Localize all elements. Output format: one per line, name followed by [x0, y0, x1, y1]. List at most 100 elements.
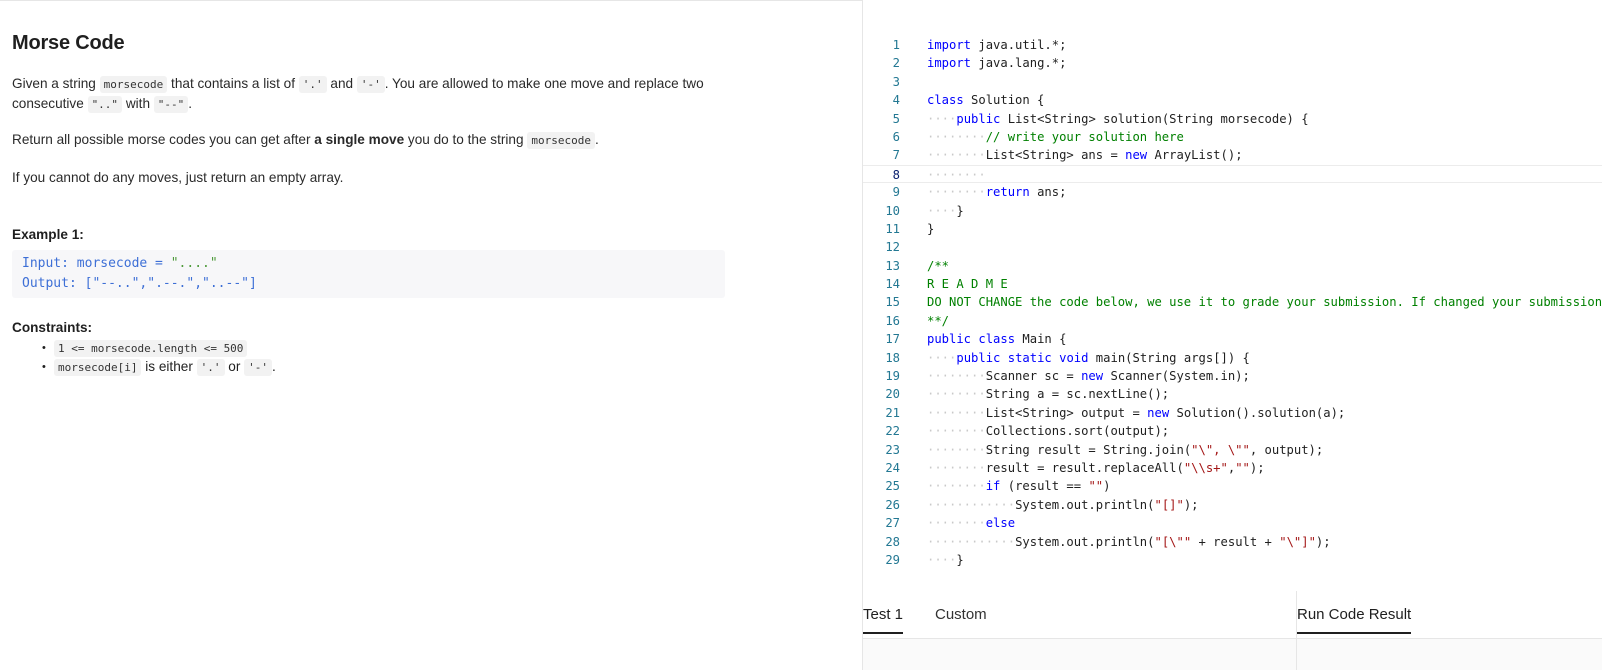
code-line[interactable]: 10 ····} — [863, 202, 1602, 220]
code-token: System.out.println( — [1015, 497, 1155, 512]
code-token: Solution { — [963, 93, 1045, 108]
text: Given a string — [12, 76, 100, 91]
code-line[interactable]: 7 ········List<String> ans = new ArrayLis… — [863, 146, 1602, 164]
code-token: "" — [1088, 479, 1104, 494]
code-line[interactable]: 6 ········// write your solution here — [863, 128, 1602, 146]
code-token: main(String args[]) { — [1088, 350, 1250, 365]
indent-guide: ········ — [927, 460, 986, 475]
inline-code: morsecode — [99, 76, 168, 93]
code-text: public class Main { — [927, 330, 1066, 348]
constraints-list: 1 <= morsecode.length <= 500 morsecode[i… — [42, 339, 276, 377]
code-token: String a = sc.nextLine(); — [985, 387, 1170, 402]
code-line[interactable]: 17 public class Main { — [863, 330, 1602, 348]
line-number: 16 — [885, 313, 900, 328]
example-input-value: "...." — [170, 256, 218, 271]
code-text: ········String result = String.join("\",… — [927, 441, 1323, 459]
code-line[interactable]: 28 ············System.out.println("[\"" +… — [863, 533, 1602, 551]
code-line[interactable]: 8 ········ — [863, 164, 1602, 184]
code-token: else — [985, 516, 1016, 531]
code-text: class Solution { — [927, 91, 1044, 109]
tab-custom[interactable]: Custom — [935, 606, 987, 624]
code-text: ····} — [927, 551, 964, 569]
code-text: R E A D M E — [927, 275, 1008, 293]
inline-code: '.' — [196, 359, 225, 376]
tab-run-code-result[interactable]: Run Code Result — [1297, 606, 1412, 634]
text: or — [224, 359, 245, 374]
line-number: 18 — [885, 350, 900, 365]
line-number: 19 — [885, 369, 900, 384]
code-editor[interactable]: 1 import java.util.*; 2 import java.lang.*;… — [863, 0, 1602, 590]
code-text: ········List<String> ans = new ArrayList… — [927, 146, 1243, 164]
example-title: Example 1: — [12, 227, 84, 242]
text: with — [122, 96, 154, 111]
line-number: 23 — [885, 442, 900, 457]
code-token: return — [985, 185, 1030, 200]
code-line[interactable]: 23 ········String result = String.join("\… — [863, 441, 1602, 459]
code-token: new — [1147, 405, 1170, 420]
inline-code: 1 <= morsecode.length <= 500 — [54, 340, 248, 357]
inline-code: ".." — [87, 96, 123, 113]
example-output: Output: ["--..",".--.","..--"] — [22, 274, 715, 294]
tab-test-1[interactable]: Test 1 — [863, 606, 904, 634]
code-text: ············System.out.println("[\"" + r… — [927, 533, 1331, 551]
line-number: 4 — [892, 93, 900, 108]
problem-paragraph-2: Return all possible morse codes you can … — [12, 130, 599, 150]
code-line[interactable]: 24 ········result = result.replaceAll("\\… — [863, 459, 1602, 477]
line-number: 10 — [885, 203, 900, 218]
code-line[interactable]: 13 /** — [863, 257, 1602, 275]
code-line[interactable]: 20 ········String a = sc.nextLine(); — [863, 385, 1602, 403]
code-token: } — [927, 221, 935, 236]
code-line[interactable]: 3 — [863, 73, 1602, 91]
inline-code: '.' — [298, 76, 327, 93]
indent-guide: ···· — [927, 552, 957, 567]
code-text: ········ — [927, 166, 986, 184]
code-line[interactable]: 22 ········Collections.sort(output); — [863, 422, 1602, 440]
indent-guide: ········ — [927, 405, 986, 420]
code-line[interactable]: 29 ····} — [863, 551, 1602, 569]
code-line[interactable]: 9 ········return ans; — [863, 183, 1602, 201]
line-number: 3 — [892, 74, 900, 89]
problem-paragraph-1: Given a string morsecode that contains a… — [12, 74, 727, 114]
code-line[interactable]: 16 **/ — [863, 312, 1602, 330]
code-line[interactable]: 14 R E A D M E — [863, 275, 1602, 293]
line-number: 15 — [885, 295, 900, 310]
indent-guide: ········ — [927, 369, 986, 384]
code-text: ····public List<String> solution(String … — [927, 110, 1309, 128]
indent-guide: ············ — [927, 497, 1016, 512]
indent-guide: ········ — [927, 167, 986, 182]
line-number: 12 — [885, 240, 900, 255]
indent-guide: ···· — [927, 203, 957, 218]
code-line[interactable]: 11} — [863, 220, 1602, 238]
code-text: ········else — [927, 514, 1015, 532]
line-number: 20 — [885, 387, 900, 402]
code-line[interactable]: 25 ········if (result == "") — [863, 477, 1602, 495]
code-line[interactable]: 2 import java.lang.*; — [863, 54, 1602, 72]
code-token: public — [927, 332, 972, 347]
code-line[interactable]: 27 ········else — [863, 514, 1602, 532]
indent-guide: ···· — [927, 350, 957, 365]
code-line[interactable]: 15 DO NOT CHANGE the code below, we use i… — [863, 293, 1602, 311]
code-line[interactable]: 26 ············System.out.println("[]"); — [863, 496, 1602, 514]
code-lines[interactable]: 1 import java.util.*; 2 import java.lang.*;… — [863, 36, 1602, 569]
code-line[interactable]: 21 ········List<String> output = new Solu… — [863, 404, 1602, 422]
code-line[interactable]: 19 ········Scanner sc = new Scanner(Syste… — [863, 367, 1602, 385]
code-line[interactable]: 18 ····public static void main(String arg… — [863, 349, 1602, 367]
code-token: import — [927, 56, 972, 71]
code-token: new — [1125, 148, 1148, 163]
code-token: void — [1059, 350, 1089, 365]
line-number: 17 — [885, 332, 900, 347]
code-token: ) — [1103, 479, 1111, 494]
line-number: 27 — [885, 516, 900, 531]
code-line[interactable]: 5 ····public List<String> solution(String… — [863, 110, 1602, 128]
bold-text: a single move — [314, 132, 405, 147]
code-token: List<String> ans = — [985, 148, 1126, 163]
example-output-value: ["--..",".--.","..--"] — [84, 276, 257, 291]
code-line[interactable]: 1 import java.util.*; — [863, 36, 1602, 54]
text: is either — [141, 359, 197, 374]
code-token: } — [956, 203, 964, 218]
code-line[interactable]: 4 class Solution { — [863, 91, 1602, 109]
code-line[interactable]: 12 — [863, 238, 1602, 256]
text: . — [272, 359, 276, 374]
line-number: 14 — [885, 277, 900, 292]
test-panel: Test 1 Custom Run Code Result — [863, 591, 1602, 670]
